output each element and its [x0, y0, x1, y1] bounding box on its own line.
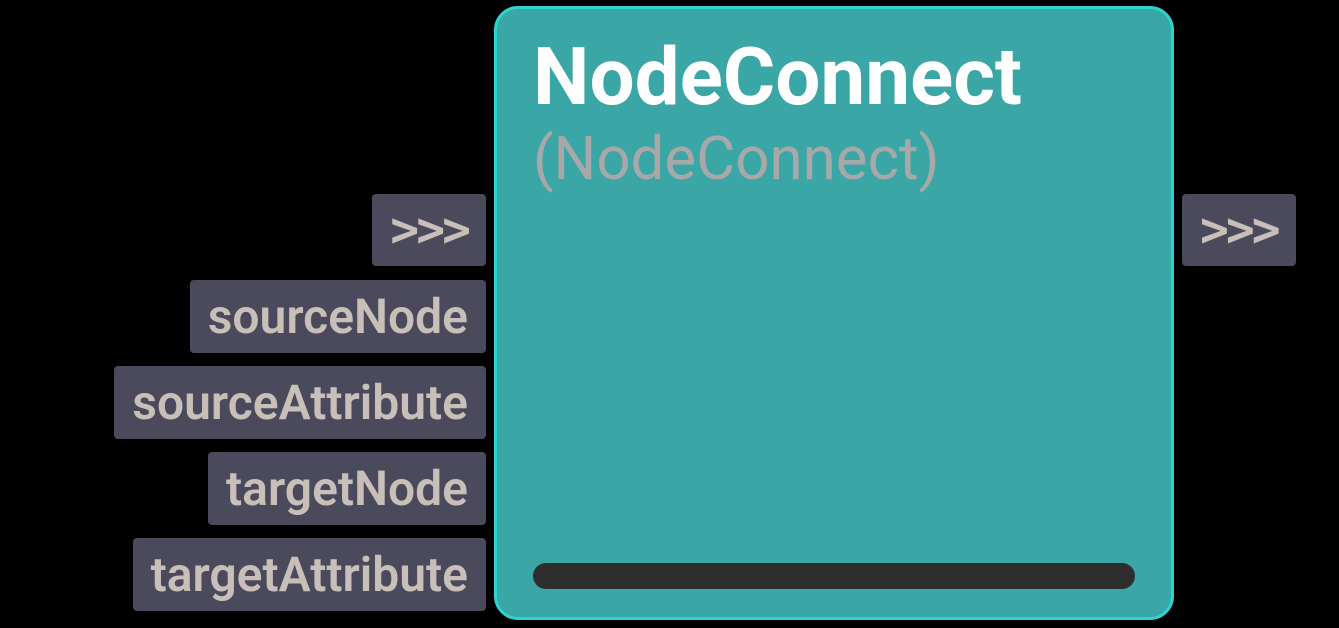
node-footer-bar: [533, 563, 1135, 589]
node-connect-block[interactable]: NodeConnect (NodeConnect): [494, 6, 1174, 620]
input-port-source-node[interactable]: sourceNode: [190, 280, 486, 353]
output-flow-port[interactable]: >>>: [1182, 194, 1296, 266]
node-subtitle: (NodeConnect): [533, 123, 1135, 194]
input-port-target-node[interactable]: targetNode: [208, 452, 486, 525]
input-flow-port[interactable]: >>>: [372, 194, 486, 266]
input-port-source-attribute[interactable]: sourceAttribute: [114, 366, 486, 439]
node-graph-canvas[interactable]: NodeConnect (NodeConnect) >>> sourceNode…: [0, 0, 1339, 628]
node-title: NodeConnect: [533, 33, 1135, 121]
input-port-target-attribute[interactable]: targetAttribute: [133, 538, 486, 611]
